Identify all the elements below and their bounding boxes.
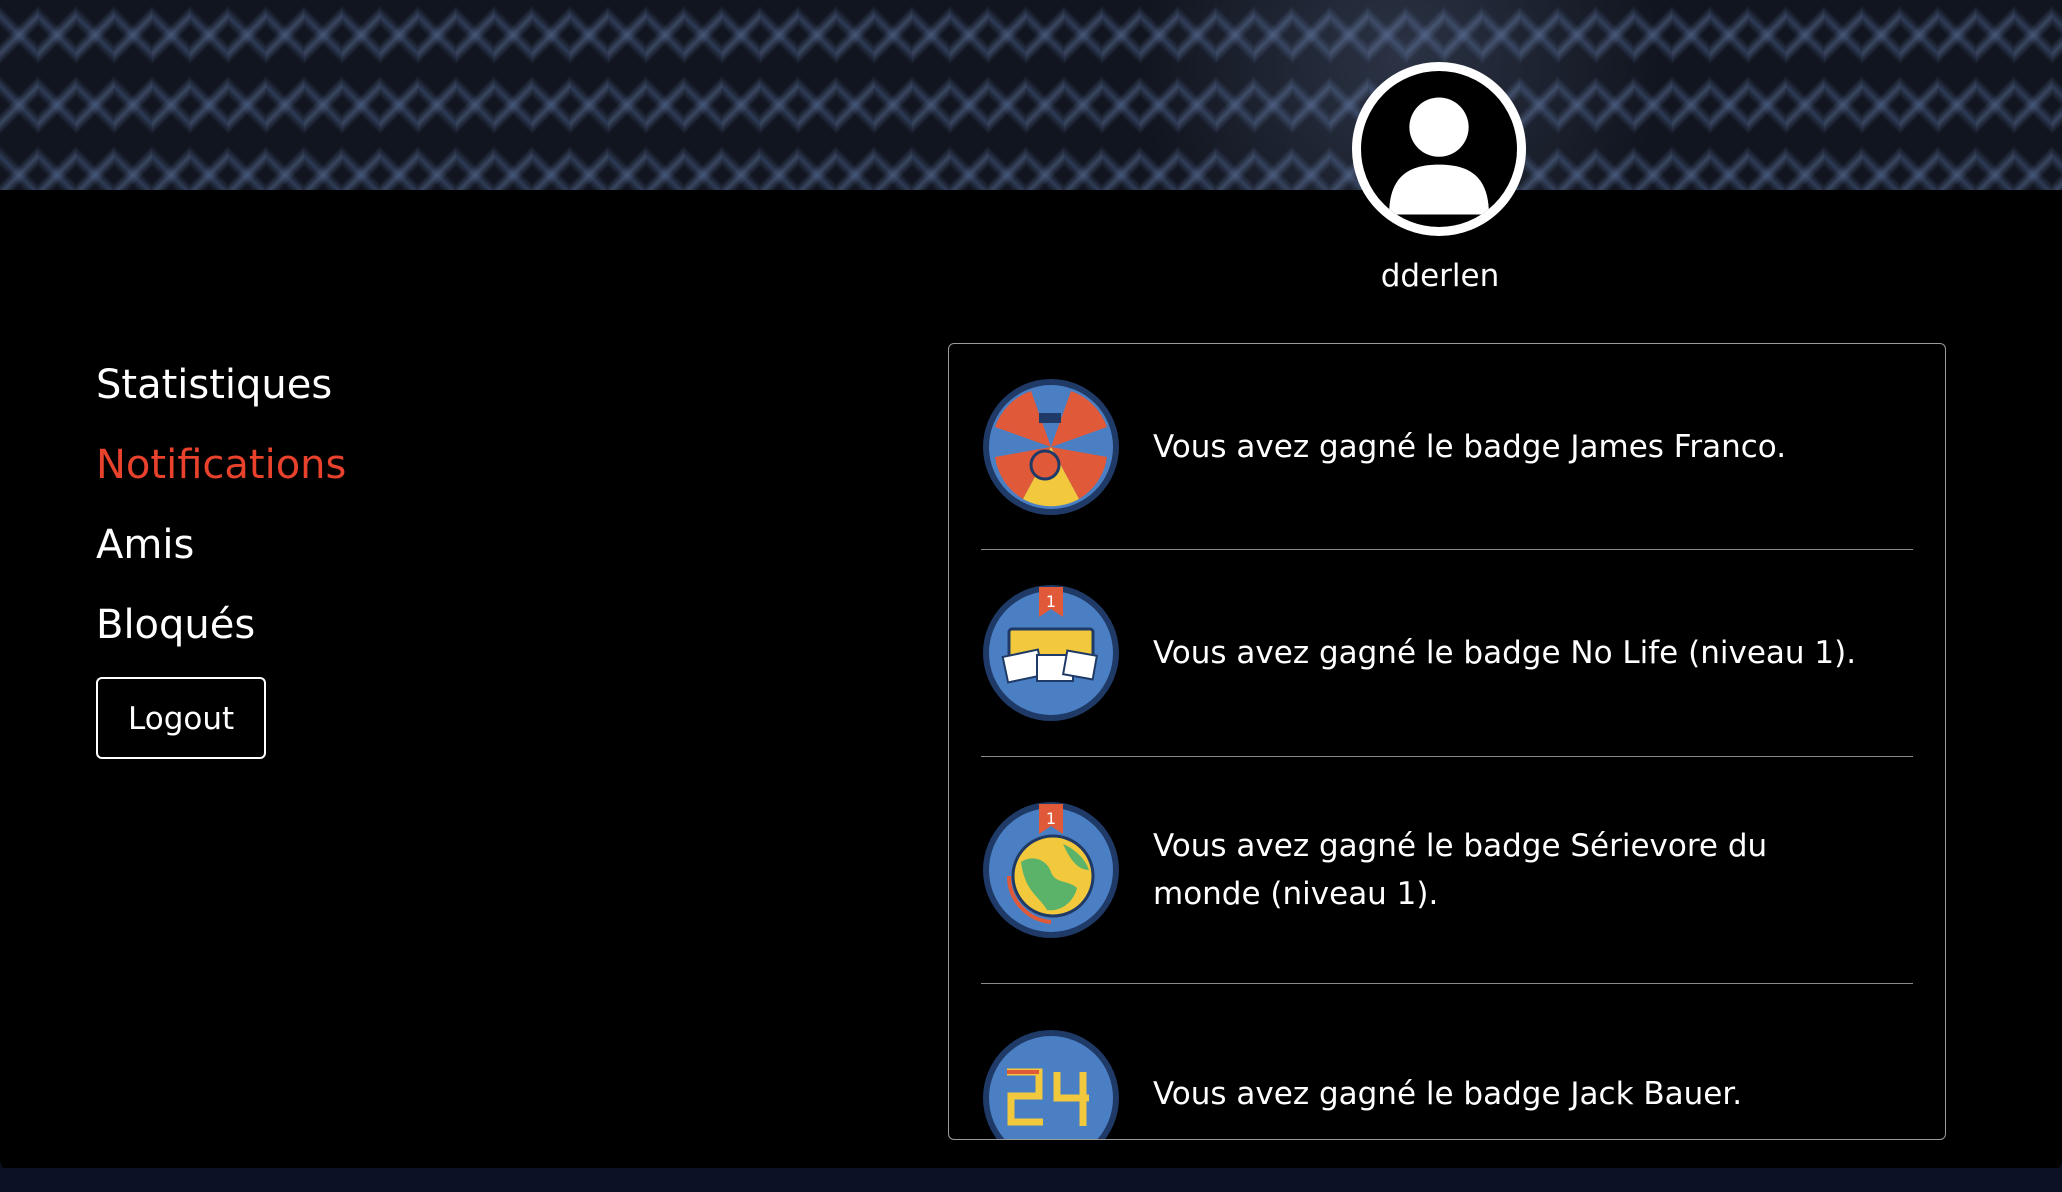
sidebar-item-statistiques[interactable]: Statistiques: [96, 345, 346, 425]
user-silhouette-icon: [1389, 97, 1489, 215]
sidebar-item-amis[interactable]: Amis: [96, 505, 346, 585]
sidebar-item-bloques[interactable]: Bloqués: [96, 585, 346, 665]
profile-sidebar: Statistiques Notifications Amis Bloqués …: [96, 345, 346, 759]
notification-text: Vous avez gagné le badge James Franco.: [1153, 428, 1787, 465]
avatar[interactable]: [1352, 62, 1526, 236]
james-franco-badge-icon: [981, 377, 1121, 517]
svg-text:1: 1: [1046, 592, 1056, 611]
os-taskbar: [0, 1168, 2062, 1192]
notification-item: 1 Vous avez gagné le badge No Life (nive…: [981, 550, 1913, 757]
profile-banner: [0, 0, 2062, 190]
notification-item: Vous avez gagné le badge Jack Bauer.: [981, 984, 1913, 1139]
notification-text: Vous avez gagné le badge Jack Bauer.: [1153, 1076, 1743, 1112]
username: dderlen: [1380, 258, 1500, 294]
app-window: dderlen Statistiques Notifications Amis …: [0, 0, 2062, 1173]
sidebar-item-notifications[interactable]: Notifications: [96, 425, 346, 505]
svg-text:1: 1: [1046, 809, 1056, 828]
notification-text: Vous avez gagné le badge No Life (niveau…: [1153, 635, 1857, 671]
notifications-panel[interactable]: Vous avez gagné le badge James Franco. 1…: [948, 343, 1946, 1140]
logout-button[interactable]: Logout: [96, 677, 267, 759]
jack-bauer-24-badge-icon: [981, 1028, 1121, 1139]
notification-text: Vous avez gagné le badge Sérievore du mo…: [1153, 828, 1768, 912]
notification-item: Vous avez gagné le badge James Franco.: [981, 344, 1913, 550]
notification-item: 1 Vous avez gagné le badge Sérievore du …: [981, 757, 1913, 984]
globe-badge-icon: 1: [981, 800, 1121, 940]
no-life-badge-icon: 1: [981, 583, 1121, 723]
